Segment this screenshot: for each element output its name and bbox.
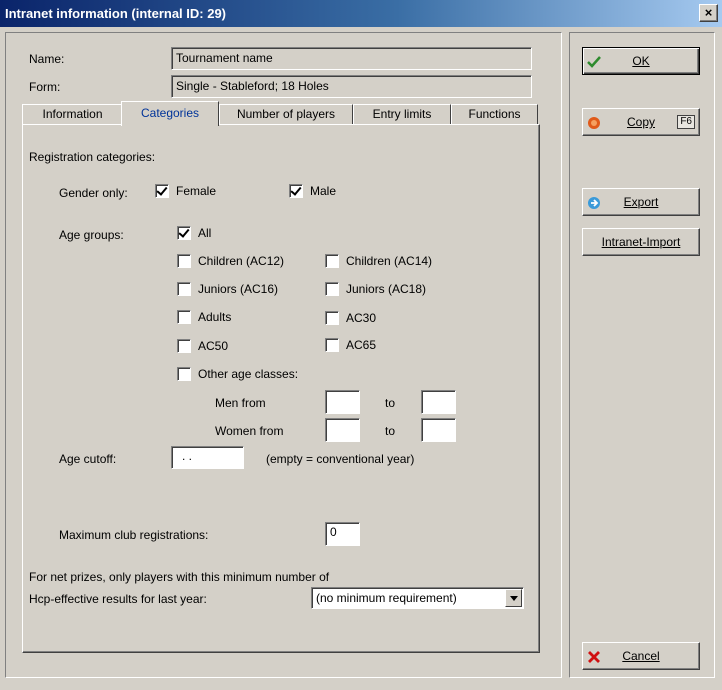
age-juniors-ac18-checkbox[interactable]: Juniors (AC18): [325, 282, 426, 296]
net-prizes-text: For net prizes, only players with this m…: [29, 570, 330, 584]
checkbox-label: Adults: [198, 310, 232, 324]
export-arrow-icon: [588, 197, 600, 209]
tab-information[interactable]: Information: [22, 104, 123, 125]
checkbox-label: Other age classes:: [198, 367, 299, 381]
checkbox-label: AC30: [346, 311, 377, 325]
chevron-down-icon[interactable]: [505, 589, 522, 607]
age-ac30-checkbox[interactable]: AC30: [325, 311, 376, 325]
tab-entry-limits[interactable]: Entry limits: [353, 104, 451, 125]
checkbox-box[interactable]: [325, 311, 339, 325]
cancel-x-icon: [588, 651, 600, 663]
window-title: Intranet information (internal ID: 29): [5, 6, 227, 21]
female-checkbox[interactable]: Female: [155, 184, 216, 198]
tab-label: Functions: [468, 107, 521, 121]
shortcut-key-badge: F6: [677, 115, 695, 129]
women-to-label: to: [385, 424, 396, 438]
tab-label: Information: [42, 107, 103, 121]
max-club-registrations-label: Maximum club registrations:: [59, 528, 209, 542]
export-button[interactable]: Export: [582, 188, 700, 216]
men-to-label: to: [385, 396, 396, 410]
age-children-ac12-checkbox[interactable]: Children (AC12): [177, 254, 284, 268]
checkbox-label: AC50: [198, 339, 229, 353]
button-label: Cancel: [622, 649, 660, 663]
age-adults-checkbox[interactable]: Adults: [177, 310, 231, 324]
close-icon: ×: [704, 5, 713, 20]
checkbox-label: Male: [310, 184, 337, 198]
window-titlebar: Intranet information (internal ID: 29): [0, 0, 722, 27]
checkbox-box[interactable]: [289, 184, 303, 198]
button-label: Export: [623, 195, 659, 209]
checkbox-box[interactable]: [325, 338, 339, 352]
copy-button[interactable]: Copy F6: [582, 108, 700, 136]
checkbox-box[interactable]: [177, 226, 191, 240]
checkbox-box[interactable]: [155, 184, 169, 198]
men-from-input[interactable]: [325, 390, 360, 414]
women-to-input[interactable]: [421, 418, 456, 442]
select-value: (no minimum requirement): [316, 591, 457, 605]
checkbox-box[interactable]: [325, 254, 339, 268]
button-label: OK: [632, 54, 650, 68]
checkbox-box[interactable]: [177, 339, 191, 353]
min-requirement-select[interactable]: (no minimum requirement): [311, 587, 524, 609]
checkbox-label: AC65: [346, 338, 377, 352]
checkbox-box[interactable]: [177, 367, 191, 381]
checkmark-icon: [587, 56, 601, 68]
checkbox-box[interactable]: [177, 282, 191, 296]
button-label: Copy: [626, 115, 655, 129]
tab-categories[interactable]: Categories: [121, 101, 219, 126]
tab-label: Number of players: [236, 107, 336, 121]
men-to-input[interactable]: [421, 390, 456, 414]
tab-label: Categories: [140, 106, 200, 120]
button-label: Intranet-Import: [601, 235, 681, 249]
copy-icon: [588, 117, 600, 129]
gender-label: Gender only:: [59, 186, 128, 200]
checkbox-label: Children (AC14): [346, 254, 433, 268]
form-label: Form:: [29, 80, 61, 94]
tab-number-of-players[interactable]: Number of players: [219, 104, 353, 125]
male-checkbox[interactable]: Male: [289, 184, 336, 198]
tab-label: Entry limits: [372, 107, 432, 121]
age-groups-label: Age groups:: [59, 228, 124, 242]
hcp-effective-label: Hcp-effective results for last year:: [29, 592, 207, 606]
checkbox-box[interactable]: [177, 254, 191, 268]
age-children-ac14-checkbox[interactable]: Children (AC14): [325, 254, 432, 268]
women-from-label: Women from: [215, 424, 284, 438]
registration-categories-heading: Registration categories:: [29, 150, 156, 164]
age-juniors-ac16-checkbox[interactable]: Juniors (AC16): [177, 282, 278, 296]
men-from-label: Men from: [215, 396, 266, 410]
age-ac65-checkbox[interactable]: AC65: [325, 338, 376, 352]
age-cutoff-hint: (empty = conventional year): [266, 452, 415, 466]
other-age-classes-checkbox[interactable]: Other age classes:: [177, 367, 298, 381]
close-button[interactable]: ×: [699, 4, 718, 22]
tab-functions[interactable]: Functions: [451, 104, 538, 125]
name-label: Name:: [29, 52, 65, 66]
max-club-registrations-input[interactable]: 0: [325, 522, 360, 546]
form-field: Single - Stableford; 18 Holes: [171, 75, 532, 98]
checkbox-label: Juniors (AC16): [198, 282, 279, 296]
women-from-input[interactable]: [325, 418, 360, 442]
checkbox-label: All: [198, 226, 212, 240]
checkbox-box[interactable]: [177, 310, 191, 324]
age-all-checkbox[interactable]: All: [177, 226, 211, 240]
intranet-import-button[interactable]: Intranet-Import: [582, 228, 700, 256]
cancel-button[interactable]: Cancel: [582, 642, 700, 670]
checkbox-label: Children (AC12): [198, 254, 285, 268]
age-ac50-checkbox[interactable]: AC50: [177, 339, 228, 353]
age-cutoff-input[interactable]: . .: [171, 446, 244, 469]
checkbox-box[interactable]: [325, 282, 339, 296]
ok-button[interactable]: OK: [582, 47, 700, 75]
checkbox-label: Juniors (AC18): [346, 282, 427, 296]
age-cutoff-label: Age cutoff:: [59, 452, 117, 466]
name-field: Tournament name: [171, 47, 532, 70]
checkbox-label: Female: [176, 184, 217, 198]
